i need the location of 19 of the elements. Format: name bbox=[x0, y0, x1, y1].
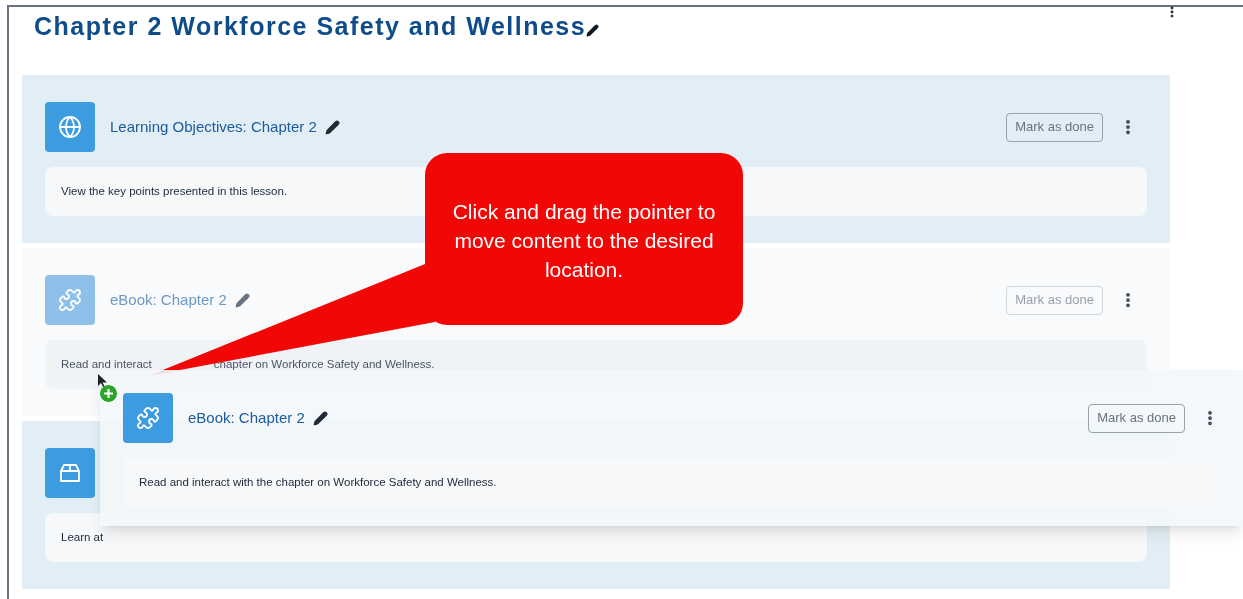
edit-icon[interactable] bbox=[324, 119, 340, 135]
activity-link[interactable]: Learning Objectives: Chapter 2 bbox=[110, 115, 317, 139]
callout-bubble: Click and drag the pointer to move content to the desired location. bbox=[425, 153, 743, 325]
chapter-title: Chapter 2 Workforce Safety and Wellness bbox=[34, 11, 587, 43]
edit-icon[interactable] bbox=[586, 23, 600, 37]
globe-icon bbox=[45, 102, 95, 152]
description-text: Read and interact bbox=[61, 357, 152, 372]
drag-preview-card[interactable]: eBook: Chapter 2 Mark as done Read and interact with the chapter on Workforce Safety and Wellness. bbox=[100, 370, 1243, 526]
mark-as-done-button[interactable]: Mark as done bbox=[1088, 403, 1185, 433]
mark-as-done-button[interactable]: Mark as done bbox=[1006, 112, 1103, 142]
mark-as-done-button[interactable]: Mark as done bbox=[1006, 285, 1103, 315]
box-icon bbox=[45, 448, 95, 498]
puzzle-icon bbox=[45, 275, 95, 325]
cursor-icon bbox=[98, 374, 107, 387]
edit-icon[interactable] bbox=[312, 410, 328, 426]
puzzle-icon bbox=[123, 393, 173, 443]
activity-link[interactable]: eBook: Chapter 2 bbox=[188, 406, 305, 430]
activity-link[interactable]: eBook: Chapter 2 bbox=[110, 288, 227, 312]
description-text: chapter on Workforce Safety and Wellness. bbox=[213, 357, 435, 372]
